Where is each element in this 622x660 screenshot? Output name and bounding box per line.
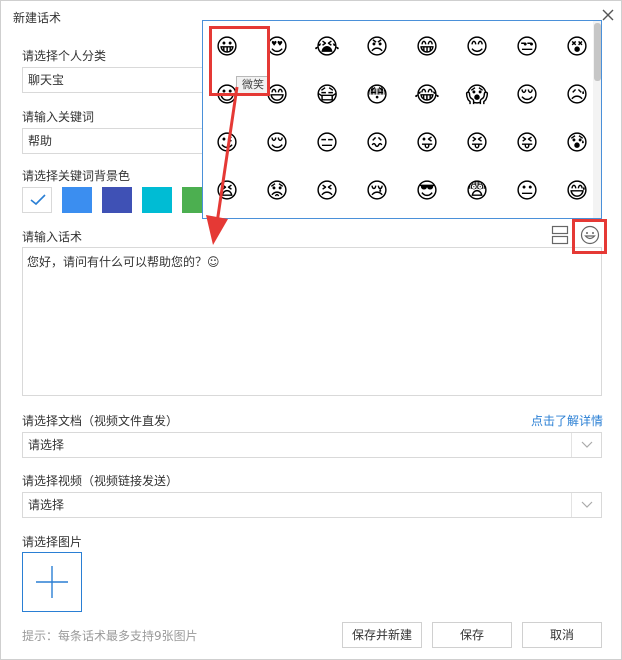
- keyword-input[interactable]: 帮助: [22, 128, 212, 154]
- image-label: 请选择图片: [22, 535, 83, 549]
- emoji-item[interactable]: 😢: [362, 177, 392, 207]
- video-value: 请选择: [28, 498, 65, 512]
- emoji-item[interactable]: 😑: [312, 129, 342, 159]
- plus-icon: [36, 566, 68, 598]
- emoji-item[interactable]: 😂: [412, 81, 442, 111]
- video-dropdown-button[interactable]: [571, 493, 601, 517]
- color-swatch-white[interactable]: [22, 187, 52, 213]
- emoji-item[interactable]: 😠: [362, 33, 392, 63]
- emoji-item[interactable]: 😣: [312, 177, 342, 207]
- document-select[interactable]: 请选择: [22, 432, 602, 458]
- image-limit-hint: 提示：每条话术最多支持9张图片: [22, 629, 198, 643]
- save-button[interactable]: 保存: [432, 622, 512, 648]
- keyword-value: 帮助: [28, 134, 53, 148]
- emoji-item[interactable]: 😟: [262, 177, 292, 207]
- emoji-item[interactable]: 😥: [562, 81, 592, 111]
- document-value: 请选择: [28, 438, 65, 452]
- emoji-scrollbar[interactable]: [593, 21, 601, 218]
- new-script-dialog: 新建话术 请选择个人分类 聊天宝 请输入关键词 帮助 请选择关键词背景色 请输入…: [0, 0, 622, 660]
- cancel-button[interactable]: 取消: [522, 622, 602, 648]
- color-swatch-green[interactable]: [182, 187, 202, 213]
- emoji-item[interactable]: 😭: [312, 33, 342, 63]
- script-textarea[interactable]: 您好，请问有什么可以帮助您的？☺: [22, 247, 602, 396]
- emoji-scrollbar-thumb[interactable]: [594, 23, 601, 81]
- emoji-item[interactable]: 😱: [462, 81, 492, 111]
- video-select[interactable]: 请选择: [22, 492, 602, 518]
- chevron-down-icon: [581, 501, 593, 508]
- emoji-item[interactable]: 😝: [512, 129, 542, 159]
- emoji-item[interactable]: 😵: [562, 33, 592, 63]
- check-icon: [30, 194, 46, 209]
- image-upload-button[interactable]: [22, 552, 82, 612]
- color-swatch-indigo[interactable]: [102, 187, 132, 213]
- emoji-item[interactable]: 😳: [362, 81, 392, 111]
- script-label: 请输入话术: [22, 230, 83, 244]
- emoji-item[interactable]: 😁: [412, 33, 442, 63]
- keyword-label: 请输入关键词: [22, 110, 95, 124]
- save-and-new-button[interactable]: 保存并新建: [342, 622, 422, 648]
- emoji-item[interactable]: 😨: [462, 177, 492, 207]
- category-select[interactable]: 聊天宝: [22, 67, 212, 93]
- emoji-item[interactable]: 😝: [462, 129, 492, 159]
- emoji-item[interactable]: 😌: [262, 129, 292, 159]
- script-text: 您好，请问有什么可以帮助您的？☺: [27, 255, 220, 269]
- emoji-item[interactable]: 😜: [412, 129, 442, 159]
- category-value: 聊天宝: [28, 73, 65, 87]
- color-label: 请选择关键词背景色: [22, 169, 131, 183]
- color-swatch-cyan[interactable]: [142, 187, 172, 213]
- annotation-highlight-smiley-button: [572, 219, 607, 254]
- emoji-item[interactable]: 😌: [512, 81, 542, 111]
- chevron-down-icon: [581, 441, 593, 448]
- emoji-item[interactable]: 😊: [462, 33, 492, 63]
- emoji-item[interactable]: 😖: [362, 129, 392, 159]
- learn-more-link[interactable]: 点击了解详情: [531, 412, 603, 429]
- emoji-item[interactable]: 😷: [312, 81, 342, 111]
- emoji-item[interactable]: 😅: [562, 177, 592, 207]
- annotation-arrow: [206, 86, 239, 245]
- document-label: 请选择文档（视频文件直发）: [22, 414, 179, 428]
- color-swatch-blue[interactable]: [62, 187, 92, 213]
- emoji-item[interactable]: 😒: [512, 33, 542, 63]
- category-label: 请选择个人分类: [22, 49, 107, 63]
- dialog-title: 新建话术: [13, 11, 62, 25]
- document-dropdown-button[interactable]: [571, 433, 601, 457]
- video-label: 请选择视频（视频链接发送）: [22, 474, 179, 488]
- emoji-item[interactable]: 😎: [412, 177, 442, 207]
- split-layout-icon[interactable]: [551, 225, 569, 248]
- emoji-item[interactable]: 😰: [562, 129, 592, 159]
- emoji-item[interactable]: 😐: [512, 177, 542, 207]
